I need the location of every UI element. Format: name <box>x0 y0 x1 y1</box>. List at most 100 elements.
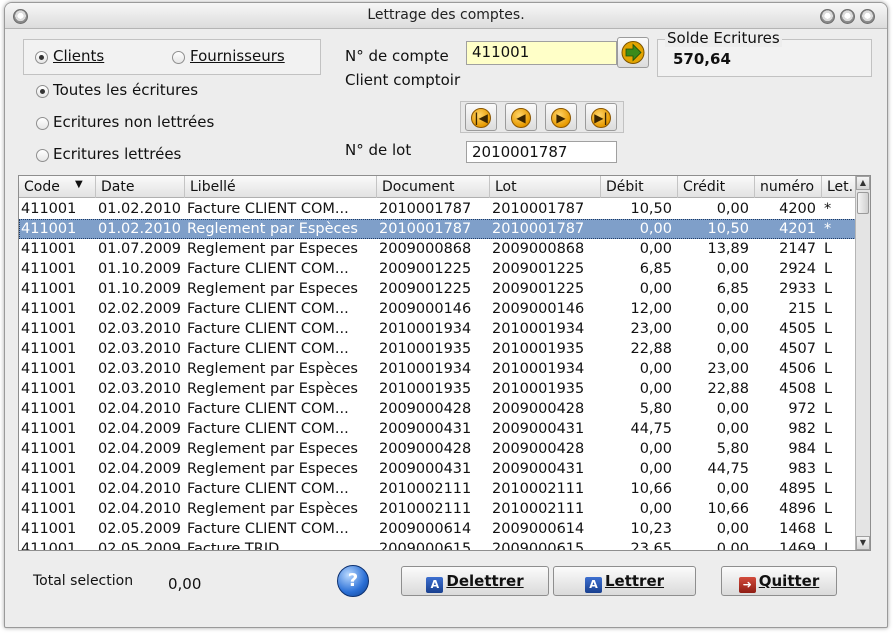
quitter-button[interactable]: ➜ Quitter <box>721 566 837 596</box>
cell-let: * <box>824 201 832 217</box>
compte-input[interactable]: 411001 <box>466 41 617 65</box>
table-row[interactable]: 411001 02.04.2010 Reglement par Espèces 201… <box>19 499 856 519</box>
non-lettrees-radio[interactable] <box>36 117 49 130</box>
close-icon[interactable] <box>860 9 875 24</box>
fournisseurs-radio[interactable] <box>172 51 185 64</box>
cell-date: 01.02.2010 <box>98 221 182 237</box>
cell-let: L <box>824 361 833 377</box>
fournisseurs-label[interactable]: Fournisseurs <box>190 47 285 65</box>
next-button[interactable]: ▶ <box>545 103 577 131</box>
clients-radio[interactable] <box>35 51 48 64</box>
previous-button[interactable]: ◀ <box>505 103 537 131</box>
cell-lot: 2010001935 <box>492 341 585 357</box>
cell-lot: 2009001225 <box>492 281 585 297</box>
sort-desc-icon: ▼ <box>75 179 83 190</box>
table-row[interactable]: 411001 02.02.2009 Facture CLIENT COM... 200… <box>19 299 856 319</box>
table-row[interactable]: 411001 01.07.2009 Reglement par Especes 200… <box>19 239 856 259</box>
table-row[interactable]: 411001 02.05.2009 Facture CLIENT COM... 200… <box>19 519 856 539</box>
cell-credit: 0,00 <box>716 421 749 437</box>
cell-document: 2009001225 <box>379 261 472 277</box>
cell-credit: 13,89 <box>707 241 749 257</box>
lettrees-radio[interactable] <box>36 149 49 162</box>
last-button[interactable]: ▶| <box>585 103 617 131</box>
clients-label[interactable]: Clients <box>53 47 104 65</box>
table-row[interactable]: 411001 02.04.2009 Facture CLIENT COM... 200… <box>19 419 856 439</box>
toutes-ecritures-label[interactable]: Toutes les écritures <box>53 81 198 99</box>
col-lot[interactable]: Lot <box>490 176 601 198</box>
table-row[interactable]: 411001 01.02.2010 Reglement par Espèces 201… <box>19 219 856 239</box>
lettrer-button[interactable]: A Lettrer <box>553 566 696 596</box>
cell-numero: 4895 <box>779 481 816 497</box>
cell-date: 02.03.2010 <box>98 381 182 397</box>
cell-lot: 2010002111 <box>492 481 585 497</box>
cell-code: 411001 <box>21 361 77 377</box>
cell-document: 2010001935 <box>379 341 472 357</box>
lettrees-label[interactable]: Ecritures lettrées <box>53 145 181 163</box>
delettrer-button[interactable]: A Delettrer <box>401 566 549 596</box>
cell-date: 02.04.2009 <box>98 441 182 457</box>
col-numero[interactable]: numéro <box>755 176 822 198</box>
cell-document: 2010002111 <box>379 501 472 517</box>
delettrer-icon: A <box>426 577 444 593</box>
scroll-up-icon[interactable]: ▲ <box>856 176 870 190</box>
table-row[interactable]: 411001 02.05.2009 Facture TRID... 200900061… <box>19 539 856 551</box>
table-row[interactable]: 411001 01.02.2010 Facture CLIENT COM... 201… <box>19 199 856 219</box>
table-row[interactable]: 411001 01.10.2009 Reglement par Especes 200… <box>19 279 856 299</box>
cell-credit: 23,00 <box>707 361 749 377</box>
col-debit[interactable]: Débit <box>601 176 678 198</box>
col-libelle[interactable]: Libellé <box>185 176 377 198</box>
cell-numero: 983 <box>788 461 816 477</box>
cell-libelle: Reglement par Espèces <box>187 221 358 237</box>
cell-code: 411001 <box>21 401 77 417</box>
cell-date: 02.03.2010 <box>98 361 182 377</box>
table-row[interactable]: 411001 02.03.2010 Facture CLIENT COM... 201… <box>19 339 856 359</box>
vertical-scrollbar[interactable]: ▲ ▼ <box>855 176 870 550</box>
scroll-down-icon[interactable]: ▼ <box>856 536 870 550</box>
lot-input[interactable]: 2010001787 <box>466 141 617 163</box>
cell-lot: 2009000431 <box>492 461 585 477</box>
go-button[interactable] <box>617 37 649 68</box>
cell-numero: 4200 <box>779 201 816 217</box>
cell-numero: 4508 <box>779 381 816 397</box>
table-row[interactable]: 411001 02.04.2009 Reglement par Especes 200… <box>19 459 856 479</box>
cell-libelle: Reglement par Espèces <box>187 381 358 397</box>
cell-debit: 5,80 <box>639 401 672 417</box>
cell-code: 411001 <box>21 501 77 517</box>
table-row[interactable]: 411001 02.03.2010 Facture CLIENT COM... 201… <box>19 319 856 339</box>
cell-let: L <box>824 321 833 337</box>
table-row[interactable]: 411001 02.03.2010 Reglement par Espèces 201… <box>19 379 856 399</box>
cell-code: 411001 <box>21 261 77 277</box>
minimize-icon[interactable] <box>820 9 835 24</box>
cell-code: 411001 <box>21 461 77 477</box>
last-icon: ▶| <box>591 108 611 128</box>
scroll-thumb[interactable] <box>857 192 869 214</box>
toutes-ecritures-radio[interactable] <box>36 85 49 98</box>
cell-let: L <box>824 421 833 437</box>
col-let[interactable]: Let. <box>822 176 856 198</box>
table-header: Code ▼ Date Libellé Document Lot Débit C… <box>19 176 856 198</box>
col-document[interactable]: Document <box>377 176 490 198</box>
cell-numero: 2924 <box>779 261 816 277</box>
cell-numero: 984 <box>788 441 816 457</box>
cell-document: 2009000146 <box>379 301 472 317</box>
total-selection-label: Total selection <box>33 573 134 589</box>
cell-date: 02.05.2009 <box>98 541 182 551</box>
title-bar[interactable]: Lettrage des comptes. <box>5 3 887 29</box>
table-row[interactable]: 411001 02.04.2010 Facture CLIENT COM... 200… <box>19 399 856 419</box>
cell-document: 2009000615 <box>379 541 472 551</box>
first-button[interactable]: |◀ <box>465 103 497 131</box>
table-row[interactable]: 411001 01.10.2009 Facture CLIENT COM... 200… <box>19 259 856 279</box>
table-row[interactable]: 411001 02.03.2010 Reglement par Espèces 201… <box>19 359 856 379</box>
non-lettrees-label[interactable]: Ecritures non lettrées <box>53 113 214 131</box>
table-row[interactable]: 411001 02.04.2009 Reglement par Especes 200… <box>19 439 856 459</box>
col-credit[interactable]: Crédit <box>678 176 755 198</box>
maximize-icon[interactable] <box>840 9 855 24</box>
col-code[interactable]: Code <box>19 176 96 198</box>
table-row[interactable]: 411001 02.04.2010 Facture CLIENT COM... 201… <box>19 479 856 499</box>
help-icon[interactable]: ? <box>337 565 369 597</box>
col-date[interactable]: Date <box>96 176 185 198</box>
cell-date: 02.03.2010 <box>98 321 182 337</box>
cell-numero: 4507 <box>779 341 816 357</box>
cell-let: L <box>824 241 833 257</box>
cell-libelle: Reglement par Espèces <box>187 361 358 377</box>
